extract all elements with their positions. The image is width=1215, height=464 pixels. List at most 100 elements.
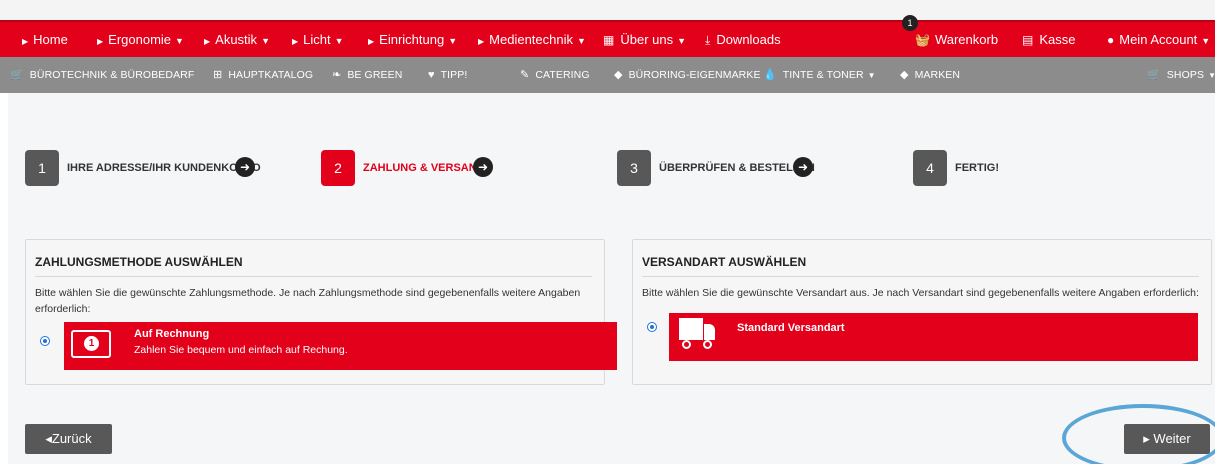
step-label: IHRE ADRESSE/IHR KUNDENKONTO bbox=[67, 162, 261, 174]
caret-down-icon: ▼ bbox=[1201, 36, 1211, 46]
nav-item-label: Downloads bbox=[716, 32, 781, 47]
subnav-item-buerotechnik[interactable]: 🛒 BÜROTECHNIK & BÜROBEDARF bbox=[10, 57, 194, 93]
arrow-right-circle-icon: ➜ bbox=[793, 157, 813, 177]
divider bbox=[35, 276, 592, 277]
subnav-item-tinte-toner[interactable]: 💧 TINTE & TONER ▼ bbox=[763, 57, 876, 93]
nav-item-label: Kasse bbox=[1039, 32, 1076, 47]
caret-down-icon: ▼ bbox=[576, 36, 586, 46]
nav-item-downloads[interactable]: ⤓ Downloads bbox=[705, 22, 781, 57]
utensils-icon: ✎ bbox=[520, 69, 530, 81]
nav-item-licht[interactable]: ▶ Licht ▼ bbox=[292, 22, 344, 57]
step-number: 4 bbox=[913, 150, 947, 186]
subnav-item-label: CATERING bbox=[535, 69, 590, 81]
payment-option-invoice[interactable]: 1 Auf Rechnung Zahlen Sie bequem und ein… bbox=[64, 322, 617, 370]
divider bbox=[642, 276, 1199, 277]
register-icon: ▤ bbox=[1022, 33, 1034, 47]
nav-item-label: Warenkorb bbox=[934, 32, 999, 47]
subnav-item-tipp[interactable]: ♥ TIPP! bbox=[428, 57, 467, 93]
shipping-heading: VERSANDART AUSWÄHLEN bbox=[642, 255, 807, 269]
caret-right-icon: ▶ bbox=[22, 37, 29, 46]
subnav-item-shops[interactable]: 🛒 SHOPS ▼ bbox=[1147, 57, 1215, 93]
caret-down-icon: ▼ bbox=[175, 36, 184, 46]
subnav-item-label: BÜROTECHNIK & BÜROBEDARF bbox=[29, 69, 195, 81]
subnav-item-catering[interactable]: ✎ CATERING bbox=[520, 57, 590, 93]
subnav-item-hauptkatalog[interactable]: ⊞ HAUPTKATALOG bbox=[213, 57, 313, 93]
subnav-item-marken[interactable]: ◆ MARKEN bbox=[900, 57, 960, 93]
shipping-option-standard[interactable]: Standard Versandart bbox=[669, 313, 1198, 361]
nav-item-label: Medientechnik bbox=[489, 32, 573, 47]
nav-item-label: Ergonomie bbox=[108, 32, 172, 47]
leaf-icon: ❧ bbox=[332, 69, 342, 81]
caret-right-icon: ▶ bbox=[292, 37, 299, 46]
tag-icon: ◆ bbox=[614, 69, 623, 81]
step-number: 2 bbox=[321, 150, 355, 186]
nav-item-label: Akustik bbox=[215, 32, 258, 47]
subnav-item-label: TIPP! bbox=[440, 69, 468, 81]
cart-count-badge: 1 bbox=[902, 15, 918, 31]
truck-icon bbox=[679, 318, 717, 349]
caret-down-icon: ▼ bbox=[261, 36, 270, 46]
subnav-item-label: HAUPTKATALOG bbox=[228, 69, 314, 81]
subnav-item-be-green[interactable]: ❧ BE GREEN bbox=[332, 57, 402, 93]
caret-down-icon: ▼ bbox=[448, 36, 458, 46]
top-strip bbox=[0, 0, 1215, 20]
download-icon: ⤓ bbox=[705, 33, 711, 47]
arrow-right-circle-icon: ➜ bbox=[235, 157, 255, 177]
subnav-item-label: BÜRORING-EIGENMARKE bbox=[628, 69, 761, 81]
highlight-annotation bbox=[1062, 404, 1215, 464]
nav-item-ergonomie[interactable]: ▶ Ergonomie ▼ bbox=[97, 22, 184, 57]
nav-item-label: Mein Account bbox=[1119, 32, 1198, 47]
nav-item-cart[interactable]: 🧺 Warenkorb bbox=[915, 22, 998, 57]
nav-item-einrichtung[interactable]: ▶ Einrichtung ▼ bbox=[368, 22, 457, 57]
caret-right-icon: ▶ bbox=[204, 37, 211, 46]
nav-item-checkout[interactable]: ▤ Kasse bbox=[1022, 22, 1075, 57]
arrow-right-circle-icon: ➜ bbox=[473, 157, 493, 177]
step-number: 1 bbox=[25, 150, 59, 186]
payment-description: Bitte wählen Sie die gewünschte Zahlungs… bbox=[35, 287, 581, 315]
building-icon: ▦ bbox=[603, 33, 615, 47]
droplet-icon: 💧 bbox=[763, 69, 777, 81]
nav-item-label: Home bbox=[33, 32, 68, 47]
option-title: Standard Versandart bbox=[737, 322, 845, 334]
nav-item-label: Licht bbox=[303, 32, 331, 47]
tags-icon: ◆ bbox=[900, 69, 909, 81]
payment-method-panel: ZAHLUNGSMETHODE AUSWÄHLEN Bitte wählen S… bbox=[25, 239, 617, 385]
subnav-item-label: TINTE & TONER bbox=[782, 69, 864, 81]
nav-item-label: Einrichtung bbox=[379, 32, 445, 47]
back-button[interactable]: ◂Zurück bbox=[25, 424, 112, 454]
caret-right-icon: ▶ bbox=[478, 37, 485, 46]
step-number: 3 bbox=[617, 150, 651, 186]
money-bill-icon: 1 bbox=[71, 330, 111, 358]
sitemap-icon: ⊞ bbox=[213, 69, 223, 81]
payment-radio[interactable] bbox=[40, 336, 50, 346]
step-label: ZAHLUNG & VERSAND bbox=[363, 162, 485, 174]
nav-item-medientechnik[interactable]: ▶ Medientechnik ▼ bbox=[478, 22, 586, 57]
nav-item-ueber-uns[interactable]: ▦ Über uns ▼ bbox=[603, 22, 686, 57]
user-icon: ● bbox=[1107, 33, 1115, 47]
main-nav: ▶ Home ▶ Ergonomie ▼ ▶ Akustik ▼ ▶ Licht ▼ ▶ Ein… bbox=[0, 20, 1215, 57]
nav-item-account[interactable]: ● Mein Account ▼ bbox=[1107, 22, 1210, 57]
shipping-method-panel: VERSANDART AUSWÄHLEN Bitte wählen Sie di… bbox=[632, 239, 1212, 385]
nav-item-label: Über uns bbox=[620, 32, 674, 47]
subnav-item-label: MARKEN bbox=[914, 69, 961, 81]
subnav-item-eigenmarke[interactable]: ◆ BÜRORING-EIGENMARKE bbox=[614, 57, 761, 93]
step-label: FERTIG! bbox=[955, 162, 999, 174]
option-subtitle: Zahlen Sie bequem und einfach auf Rechun… bbox=[134, 344, 348, 356]
caret-down-icon: ▼ bbox=[867, 71, 876, 80]
nav-item-akustik[interactable]: ▶ Akustik ▼ bbox=[204, 22, 270, 57]
caret-down-icon: ▼ bbox=[677, 36, 687, 46]
sub-nav: 🛒 BÜROTECHNIK & BÜROBEDARF ⊞ HAUPTKATALOG … bbox=[0, 57, 1215, 93]
shipping-radio[interactable] bbox=[647, 322, 657, 332]
cart-icon: 🛒 bbox=[10, 69, 24, 81]
basket-icon: 🧺 bbox=[915, 33, 930, 47]
subnav-item-label: SHOPS bbox=[1166, 69, 1205, 81]
subnav-item-label: BE GREEN bbox=[347, 69, 403, 81]
caret-down-icon: ▼ bbox=[1208, 71, 1215, 80]
cart-icon: 🛒 bbox=[1147, 69, 1161, 81]
nav-item-home[interactable]: ▶ Home bbox=[22, 22, 68, 57]
heart-icon: ♥ bbox=[428, 69, 435, 81]
step-label: ÜBERPRÜFEN & BESTELLEN bbox=[659, 162, 815, 174]
shipping-description: Bitte wählen Sie die gewünschte Versanda… bbox=[642, 287, 1199, 299]
payment-heading: ZAHLUNGSMETHODE AUSWÄHLEN bbox=[35, 255, 243, 269]
caret-right-icon: ▶ bbox=[97, 37, 104, 46]
